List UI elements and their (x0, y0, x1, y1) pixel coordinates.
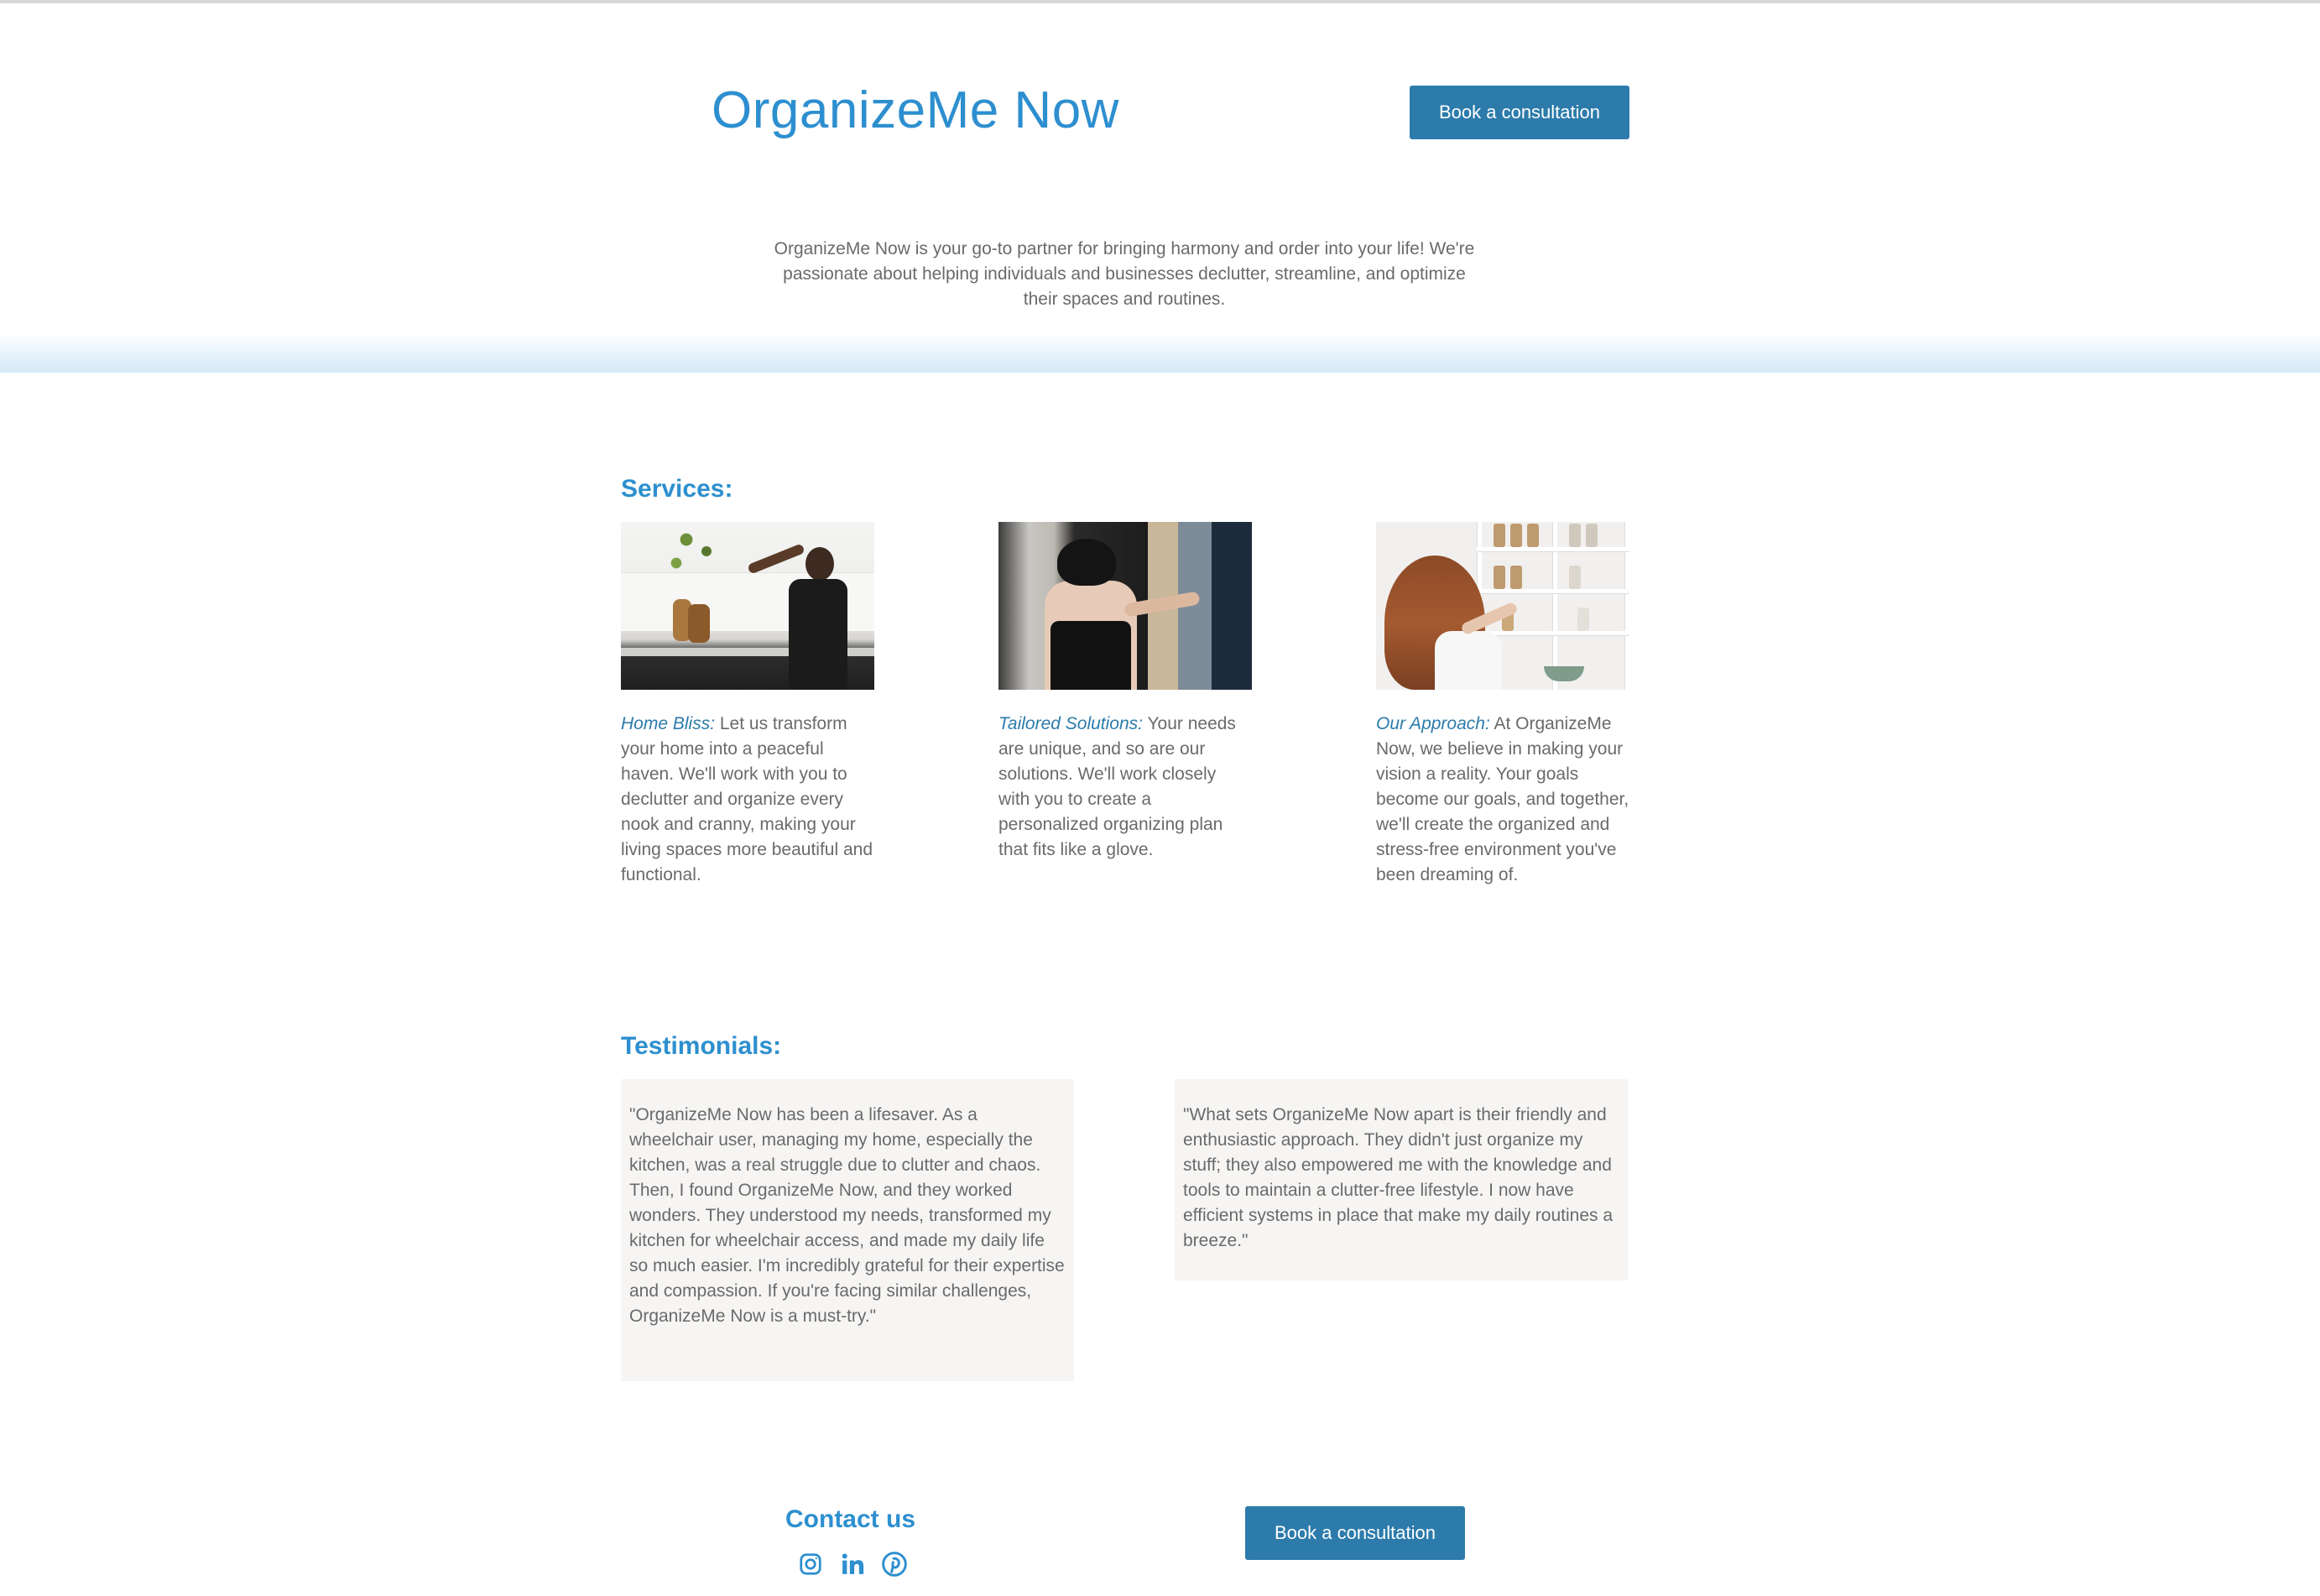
service-card-home-bliss: Home Bliss: Let us transform your home i… (621, 522, 874, 888)
service-lead: Home Bliss: (621, 714, 716, 733)
testimonial-card: "What sets OrganizeMe Now apart is their… (1175, 1079, 1628, 1280)
service-description: Tailored Solutions: Your needs are uniqu… (998, 712, 1252, 863)
social-links (797, 1551, 908, 1578)
decorative-gradient-band (0, 334, 2320, 373)
service-body: At OrganizeMe Now, we believe in making … (1376, 714, 1629, 884)
service-description: Home Bliss: Let us transform your home i… (621, 712, 874, 888)
service-lead: Tailored Solutions: (998, 714, 1143, 733)
intro-text: OrganizeMe Now is your go-to partner for… (774, 239, 1475, 309)
linkedin-icon[interactable] (839, 1551, 866, 1578)
kitchen-photo (621, 522, 874, 690)
book-consultation-button[interactable]: Book a consultation (1410, 86, 1629, 139)
testimonial-text: "What sets OrganizeMe Now apart is their… (1183, 1105, 1614, 1250)
footer-book-consultation-button[interactable]: Book a consultation (1245, 1506, 1465, 1560)
testimonial-text: "OrganizeMe Now has been a lifesaver. As… (629, 1105, 1065, 1326)
pantry-photo (1376, 522, 1629, 690)
closet-photo (998, 522, 1252, 690)
pinterest-icon[interactable] (881, 1551, 908, 1578)
services-heading: Services: (621, 475, 733, 503)
contact-heading: Contact us (785, 1505, 916, 1533)
service-card-our-approach: Our Approach: At OrganizeMe Now, we beli… (1376, 522, 1629, 888)
brand-logo-text[interactable]: OrganizeMe Now (712, 81, 1119, 140)
instagram-icon[interactable] (797, 1551, 824, 1578)
service-body: Let us transform your home into a peacef… (621, 714, 873, 884)
service-description: Our Approach: At OrganizeMe Now, we beli… (1376, 712, 1629, 888)
testimonial-card: "OrganizeMe Now has been a lifesaver. As… (621, 1079, 1074, 1381)
top-divider (0, 0, 2320, 3)
service-body: Your needs are unique, and so are our so… (998, 714, 1236, 859)
service-lead: Our Approach: (1376, 714, 1490, 733)
service-card-tailored-solutions: Tailored Solutions: Your needs are uniqu… (998, 522, 1252, 863)
testimonials-heading: Testimonials: (621, 1032, 782, 1060)
